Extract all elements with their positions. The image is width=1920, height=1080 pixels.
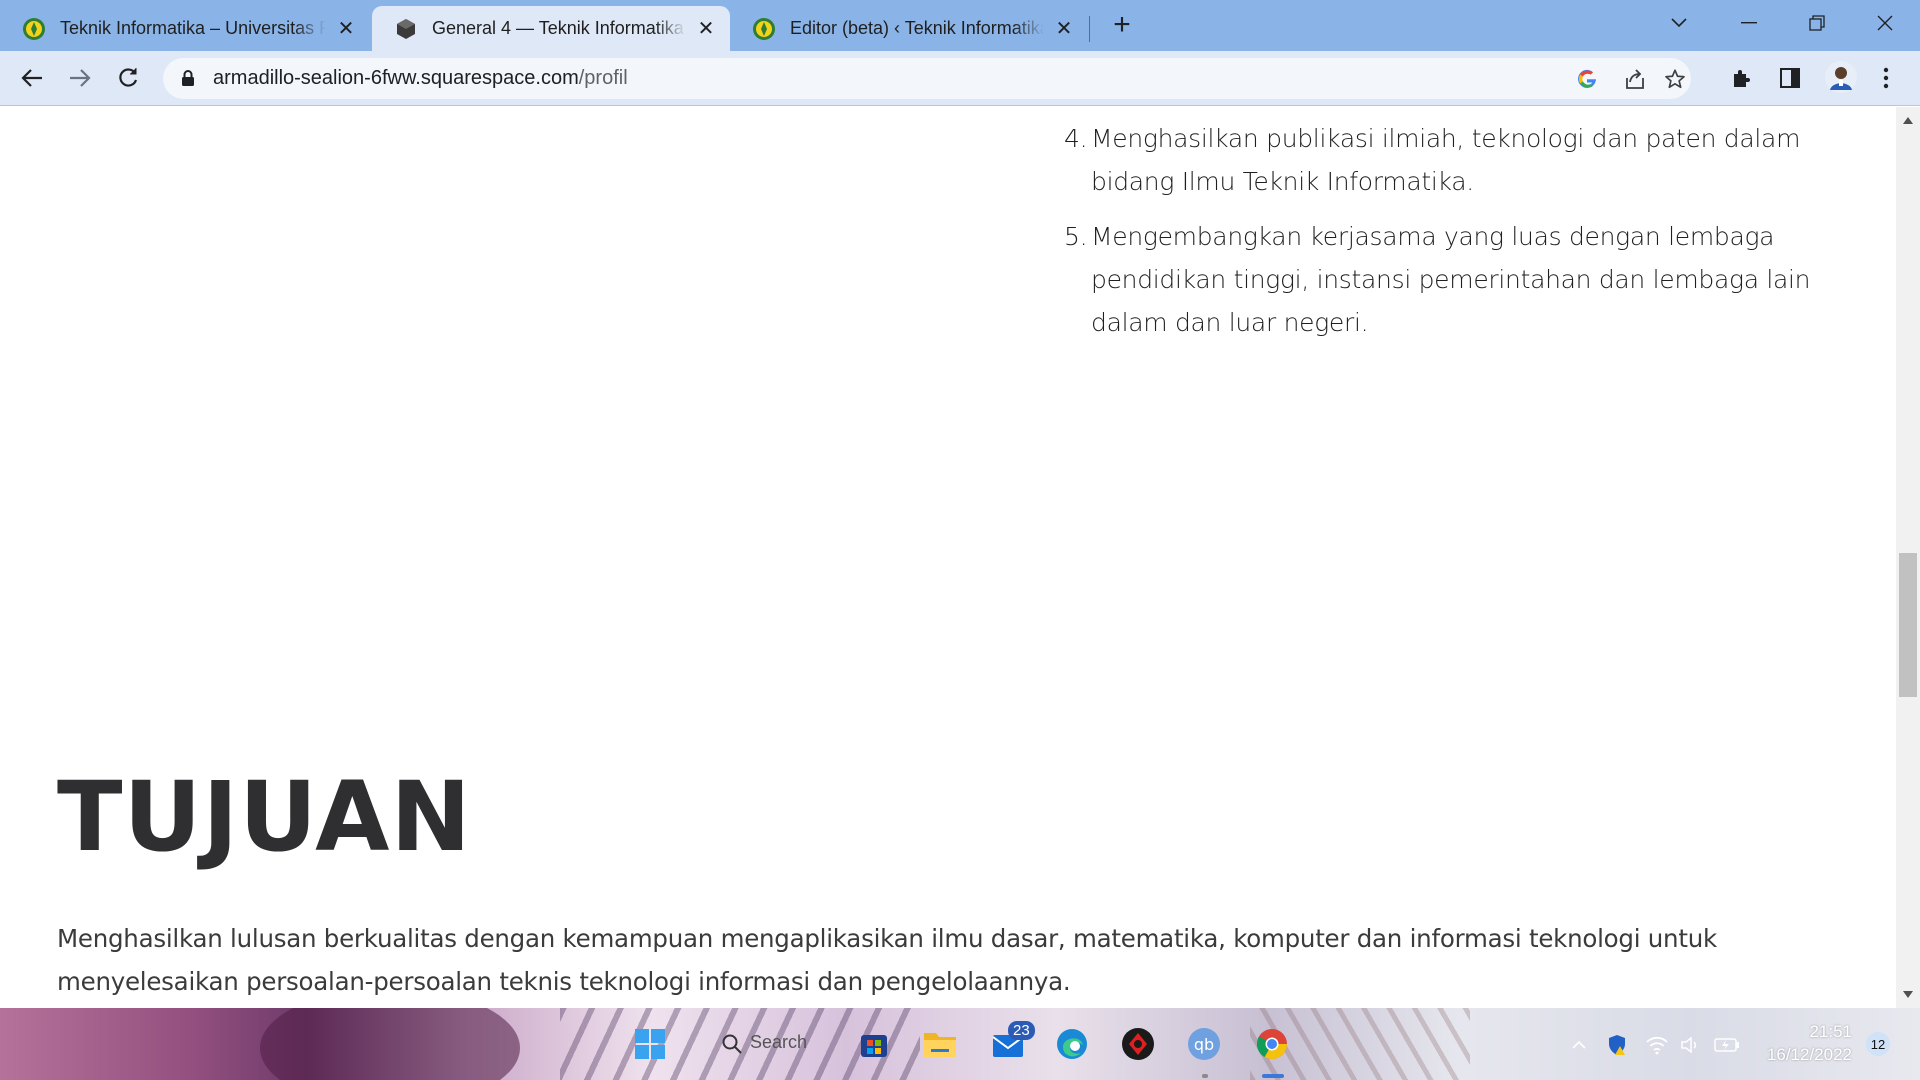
google-translate-icon[interactable] xyxy=(1574,66,1600,92)
tab-title: Editor (beta) ‹ Teknik Informatika xyxy=(790,18,1044,38)
wallpaper-art xyxy=(260,1008,520,1080)
running-indicator xyxy=(1202,1074,1208,1078)
tab-separator xyxy=(1089,16,1090,42)
windows-start-icon[interactable] xyxy=(632,1026,668,1062)
misi-list: 4. Menghasilkan publikasi ilmiah, teknol… xyxy=(1064,117,1824,356)
taskbar-search-label[interactable]: Search xyxy=(750,1032,807,1053)
university-logo-icon xyxy=(22,17,46,41)
close-tab-icon[interactable]: ✕ xyxy=(1052,17,1076,41)
bookmark-star-icon[interactable] xyxy=(1662,66,1688,92)
scroll-up-arrow-icon[interactable] xyxy=(1903,117,1913,124)
clock-date: 16/12/2022 xyxy=(1766,1045,1852,1064)
misi-item: 5. Mengembangkan kerjasama yang luas den… xyxy=(1064,215,1824,344)
back-arrow-icon[interactable] xyxy=(14,60,50,96)
notification-count-badge[interactable]: 12 xyxy=(1866,1032,1890,1056)
system-clock[interactable]: 21:51 16/12/2022 xyxy=(1762,1020,1852,1066)
tab-title: Teknik Informatika – Universitas P xyxy=(60,18,326,38)
list-number: 4. xyxy=(1064,124,1088,153)
squarespace-cube-icon xyxy=(394,17,418,41)
scroll-thumb[interactable] xyxy=(1899,553,1917,697)
search-icon[interactable] xyxy=(718,1026,746,1062)
close-tab-icon[interactable]: ✕ xyxy=(694,17,718,41)
misi-item: 4. Menghasilkan publikasi ilmiah, teknol… xyxy=(1064,117,1824,203)
tab-teknik-informatika[interactable]: Teknik Informatika – Universitas P ✕ xyxy=(0,6,370,51)
page-scrollbar[interactable] xyxy=(1896,107,1920,1008)
battery-charging-icon[interactable] xyxy=(1714,1032,1740,1058)
minimize-icon[interactable] xyxy=(1720,6,1778,40)
list-item-text: Menghasilkan publikasi ilmiah, teknologi… xyxy=(1091,124,1801,196)
web-page: 4. Menghasilkan publikasi ilmiah, teknol… xyxy=(0,107,1896,1008)
file-explorer-icon[interactable] xyxy=(922,1026,958,1062)
chrome-icon[interactable] xyxy=(1254,1026,1290,1062)
list-item-text: Mengembangkan kerjasama yang luas dengan… xyxy=(1091,222,1811,337)
forward-arrow-icon[interactable] xyxy=(62,60,98,96)
red-app-icon[interactable] xyxy=(1120,1026,1156,1062)
tab-editor-beta[interactable]: Editor (beta) ‹ Teknik Informatika ✕ xyxy=(730,6,1088,51)
clock-time: 21:51 xyxy=(1809,1022,1852,1041)
tab-search-chevron-icon[interactable] xyxy=(1650,6,1708,40)
tab-general-4[interactable]: General 4 — Teknik Informatika U ✕ xyxy=(372,6,730,51)
lock-icon[interactable] xyxy=(181,70,195,92)
close-window-icon[interactable] xyxy=(1856,6,1914,40)
security-shield-warning-icon[interactable] xyxy=(1604,1032,1630,1058)
volume-icon[interactable] xyxy=(1678,1032,1704,1058)
close-tab-icon[interactable]: ✕ xyxy=(334,17,358,41)
tujuan-paragraph: Menghasilkan lulusan berkualitas dengan … xyxy=(57,924,1717,996)
share-icon[interactable] xyxy=(1622,66,1648,92)
new-tab-button[interactable]: + xyxy=(1106,10,1138,42)
extensions-puzzle-icon[interactable] xyxy=(1728,64,1756,92)
url-text[interactable]: armadillo-sealion-6fww.squarespace.com/p… xyxy=(213,67,628,90)
address-bar[interactable]: armadillo-sealion-6fww.squarespace.com/p… xyxy=(163,58,1691,99)
browser-titlebar: Teknik Informatika – Universitas P ✕ Gen… xyxy=(0,0,1920,51)
browser-toolbar: armadillo-sealion-6fww.squarespace.com/p… xyxy=(0,51,1920,106)
mail-count-badge: 23 xyxy=(1008,1021,1035,1040)
svg-text:qb: qb xyxy=(1194,1035,1214,1054)
wifi-icon[interactable] xyxy=(1644,1032,1670,1058)
university-logo-icon xyxy=(752,17,776,41)
restore-icon[interactable] xyxy=(1788,6,1846,40)
profile-avatar[interactable] xyxy=(1824,60,1858,94)
edge-browser-icon[interactable] xyxy=(1054,1026,1090,1062)
scroll-down-arrow-icon[interactable] xyxy=(1903,991,1913,998)
windows-taskbar: Search 23 qb 21:51 16/12/2022 12 xyxy=(0,1008,1920,1080)
reload-icon[interactable] xyxy=(110,60,146,96)
tab-title: General 4 — Teknik Informatika U xyxy=(432,18,686,38)
microsoft-store-icon[interactable] xyxy=(856,1026,892,1062)
active-app-indicator xyxy=(1262,1074,1284,1078)
section-heading-tujuan: TUJUAN xyxy=(57,761,472,873)
chrome-menu-icon[interactable] xyxy=(1872,64,1900,92)
url-path: /profil xyxy=(578,67,628,89)
list-number: 5. xyxy=(1064,222,1088,251)
show-hidden-icons-chevron-icon[interactable] xyxy=(1566,1032,1592,1058)
side-panel-icon[interactable] xyxy=(1776,64,1804,92)
url-host: armadillo-sealion-6fww.squarespace.com xyxy=(213,67,579,89)
qbittorrent-icon[interactable]: qb xyxy=(1186,1026,1222,1062)
